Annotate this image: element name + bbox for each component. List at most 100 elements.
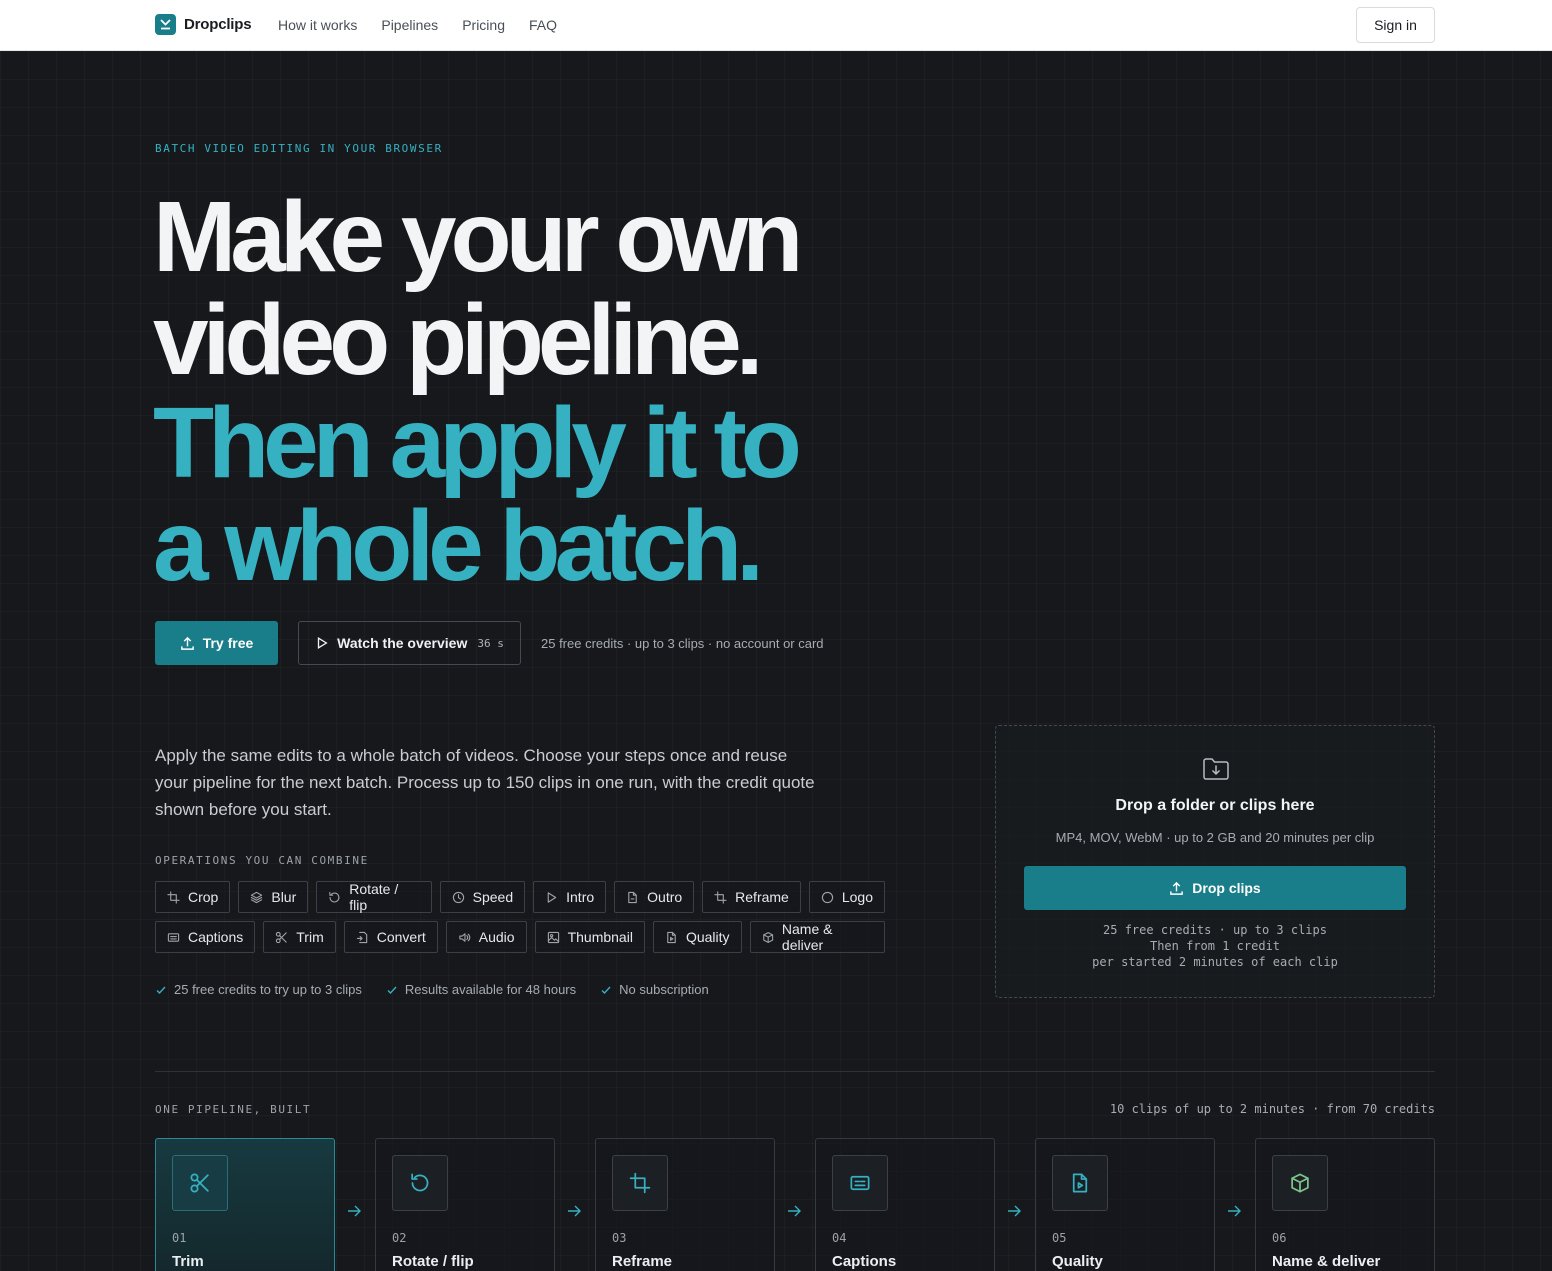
pipeline-step-reframe[interactable]: 03 Reframe [595,1138,775,1271]
benefit-item: 25 free credits to try up to 3 clips [155,982,362,997]
step-number: 02 [392,1231,407,1245]
operation-chip-reframe[interactable]: Reframe [702,881,801,913]
operation-chip-quality[interactable]: Quality [652,921,742,953]
benefit-text: No subscription [619,982,709,997]
hero-eyebrow: BATCH VIDEO EDITING IN YOUR BROWSER [155,142,443,155]
operation-chip-rotate-flip[interactable]: Rotate / flip [316,881,432,913]
check-icon [156,986,166,994]
captions-icon [167,932,180,942]
benefit-item: No subscription [600,982,709,997]
pipeline-step-quality[interactable]: 05 Quality [1035,1138,1215,1271]
operation-chip-label: Audio [478,929,515,945]
file-video-icon [1072,1173,1088,1193]
operation-chip-blur[interactable]: Blur [238,881,309,913]
step-name: Rotate / flip [392,1253,474,1270]
operation-chip-intro[interactable]: Intro [533,881,607,913]
nav-link-faq[interactable]: FAQ [529,17,557,33]
upload-icon [180,636,194,650]
step-icon-box [1272,1155,1328,1211]
pipeline-label: ONE PIPELINE, BUILT [155,1103,312,1116]
watch-overview-label: Watch the overview [337,635,468,651]
arrow-right-icon [1225,1202,1243,1220]
operations-label: OPERATIONS YOU CAN COMBINE [155,854,369,867]
scissors-icon [190,1173,209,1193]
operation-chip-name-deliver[interactable]: Name & deliver [749,921,885,953]
captions-icon [850,1175,870,1191]
brand[interactable]: Dropclips [155,14,252,35]
dropzone-meta-line: per started 2 minutes of each clip [1092,955,1338,969]
operation-chip-crop[interactable]: Crop [155,881,231,913]
clip-dropzone[interactable]: Drop a folder or clips here MP4, MOV, We… [995,725,1435,998]
headline-line-4: a whole batch. [153,490,764,602]
arrow-right-icon [345,1202,363,1220]
operation-chip-label: Rotate / flip [349,881,399,913]
image-icon [547,931,559,943]
operation-chip-label: Captions [188,929,244,945]
operation-chip-label: Logo [841,889,873,905]
operation-chip-thumbnail[interactable]: Thumbnail [534,921,645,953]
operation-chip-label: Crop [188,889,219,905]
rotate-icon [411,1173,429,1192]
operation-chip-convert[interactable]: Convert [343,921,438,953]
cta-row: Try free Watch the overview 36 s 25 free… [155,621,824,665]
step-icon-box [832,1155,888,1211]
step-icon-box [1052,1155,1108,1211]
watch-overview-button[interactable]: Watch the overview 36 s [298,621,521,665]
operation-chip-audio[interactable]: Audio [445,921,527,953]
hero-headline: Make your own video pipeline. Then apply… [153,186,873,598]
operations-chips: Crop Blur Rotate / flip Speed Intro Outro Refr… [155,881,885,961]
step-icon-box [172,1155,228,1211]
clock-icon [452,891,464,903]
sign-in-button[interactable]: Sign in [1356,7,1435,43]
operation-chip-logo[interactable]: Logo [808,881,885,913]
section-divider [155,1071,1435,1072]
nav-links: How it works Pipelines Pricing FAQ [278,17,557,33]
try-free-button[interactable]: Try free [155,621,278,665]
hero-lead: Apply the same edits to a whole batch of… [155,746,815,819]
operation-chip-label: Trim [296,929,324,945]
step-name: Captions [832,1253,897,1270]
operation-chip-speed[interactable]: Speed [439,881,526,913]
step-name: Trim [172,1253,204,1270]
crop-icon [629,1172,651,1194]
headline-line-1: Make your own [153,181,803,293]
arrow-right-icon [565,1202,583,1220]
pipeline-step-captions[interactable]: 04 Captions [815,1138,995,1271]
try-free-label: Try free [202,635,254,651]
pipeline-step-name-deliver[interactable]: 06 Name & deliver [1255,1138,1435,1271]
top-nav: Dropclips How it works Pipelines Pricing… [0,0,1552,51]
nav-link-how-it-works[interactable]: How it works [278,17,357,33]
pipeline-step-rotate-flip[interactable]: 02 Rotate / flip [375,1138,555,1271]
benefit-text: 25 free credits to try up to 3 clips [174,982,362,997]
operation-chip-label: Speed [472,889,514,905]
drop-clips-label: Drop clips [1192,880,1261,896]
step-number: 03 [612,1231,627,1245]
check-icon [601,986,611,994]
operation-chip-outro[interactable]: Outro [614,881,695,913]
watch-duration: 36 s [477,636,504,650]
drop-clips-button[interactable]: Drop clips [1024,866,1406,910]
upload-icon [1170,881,1184,895]
chip-row-1: Crop Blur Rotate / flip Speed Intro Outro Refr… [155,881,885,913]
dropzone-pricing: 25 free credits · up to 3 clips Then fro… [996,922,1434,970]
pipeline-step-trim[interactable]: 01 Trim [155,1138,335,1271]
step-name: Name & deliver [1272,1253,1381,1270]
operation-chip-trim[interactable]: Trim [263,921,336,953]
pipeline-quote: 10 clips of up to 2 minutes · from 70 cr… [1109,1102,1435,1116]
operation-chip-label: Name & deliver [781,921,833,953]
nav-link-pricing[interactable]: Pricing [462,17,505,33]
dropzone-title: Drop a folder or clips here [1115,797,1315,814]
nav-link-pipelines[interactable]: Pipelines [381,17,438,33]
step-number: 04 [832,1231,847,1245]
box-icon [762,931,773,943]
convert-icon [356,931,367,943]
operation-chip-captions[interactable]: Captions [155,921,256,953]
play-icon [547,891,557,903]
brand-name: Dropclips [184,16,252,33]
cta-note: 25 free credits · up to 3 clips · no acc… [541,635,824,651]
operation-chip-label: Blur [271,889,297,905]
dropzone-meta-line: 25 free credits · up to 3 clips [1103,923,1327,937]
step-number: 05 [1052,1231,1067,1245]
headline-line-3: Then apply it to [153,387,802,499]
folder-download-icon [1203,758,1229,780]
